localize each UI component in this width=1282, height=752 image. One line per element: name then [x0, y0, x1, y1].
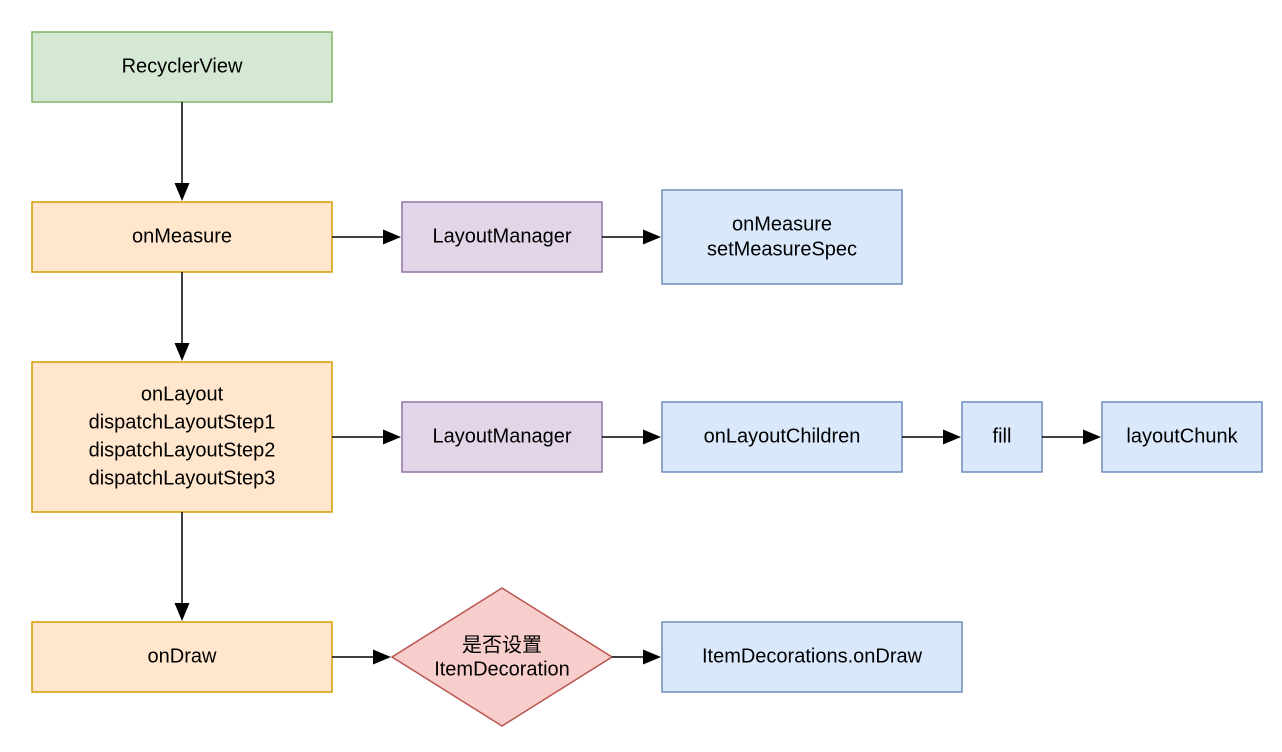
- label-onlayout-l2: dispatchLayoutStep1: [89, 411, 276, 433]
- label-onlayoutchildren: onLayoutChildren: [704, 425, 861, 447]
- node-decision: [392, 588, 612, 726]
- node-onmeasurespec: [662, 190, 902, 284]
- label-itemdecorations: ItemDecorations.onDraw: [702, 645, 923, 667]
- label-onlayout-l1: onLayout: [141, 383, 224, 405]
- label-onmeasure: onMeasure: [132, 225, 232, 247]
- label-ondraw: onDraw: [148, 645, 217, 667]
- label-decision-l2: ItemDecoration: [434, 658, 570, 680]
- label-decision-l1: 是否设置: [462, 633, 542, 656]
- flowchart-diagram: RecyclerView onMeasure LayoutManager onM…: [0, 0, 1282, 752]
- label-onlayout-l4: dispatchLayoutStep3: [89, 467, 276, 489]
- label-onlayout-l3: dispatchLayoutStep2: [89, 439, 276, 461]
- label-onmeasure-spec-l2: setMeasureSpec: [707, 238, 857, 260]
- label-fill: fill: [993, 425, 1012, 447]
- label-layoutmanager1: LayoutManager: [433, 225, 572, 247]
- label-onmeasure-spec-l1: onMeasure: [732, 213, 832, 235]
- label-layoutmanager2: LayoutManager: [433, 425, 572, 447]
- label-layoutchunk: layoutChunk: [1126, 425, 1238, 447]
- label-recyclerview: RecyclerView: [122, 55, 243, 77]
